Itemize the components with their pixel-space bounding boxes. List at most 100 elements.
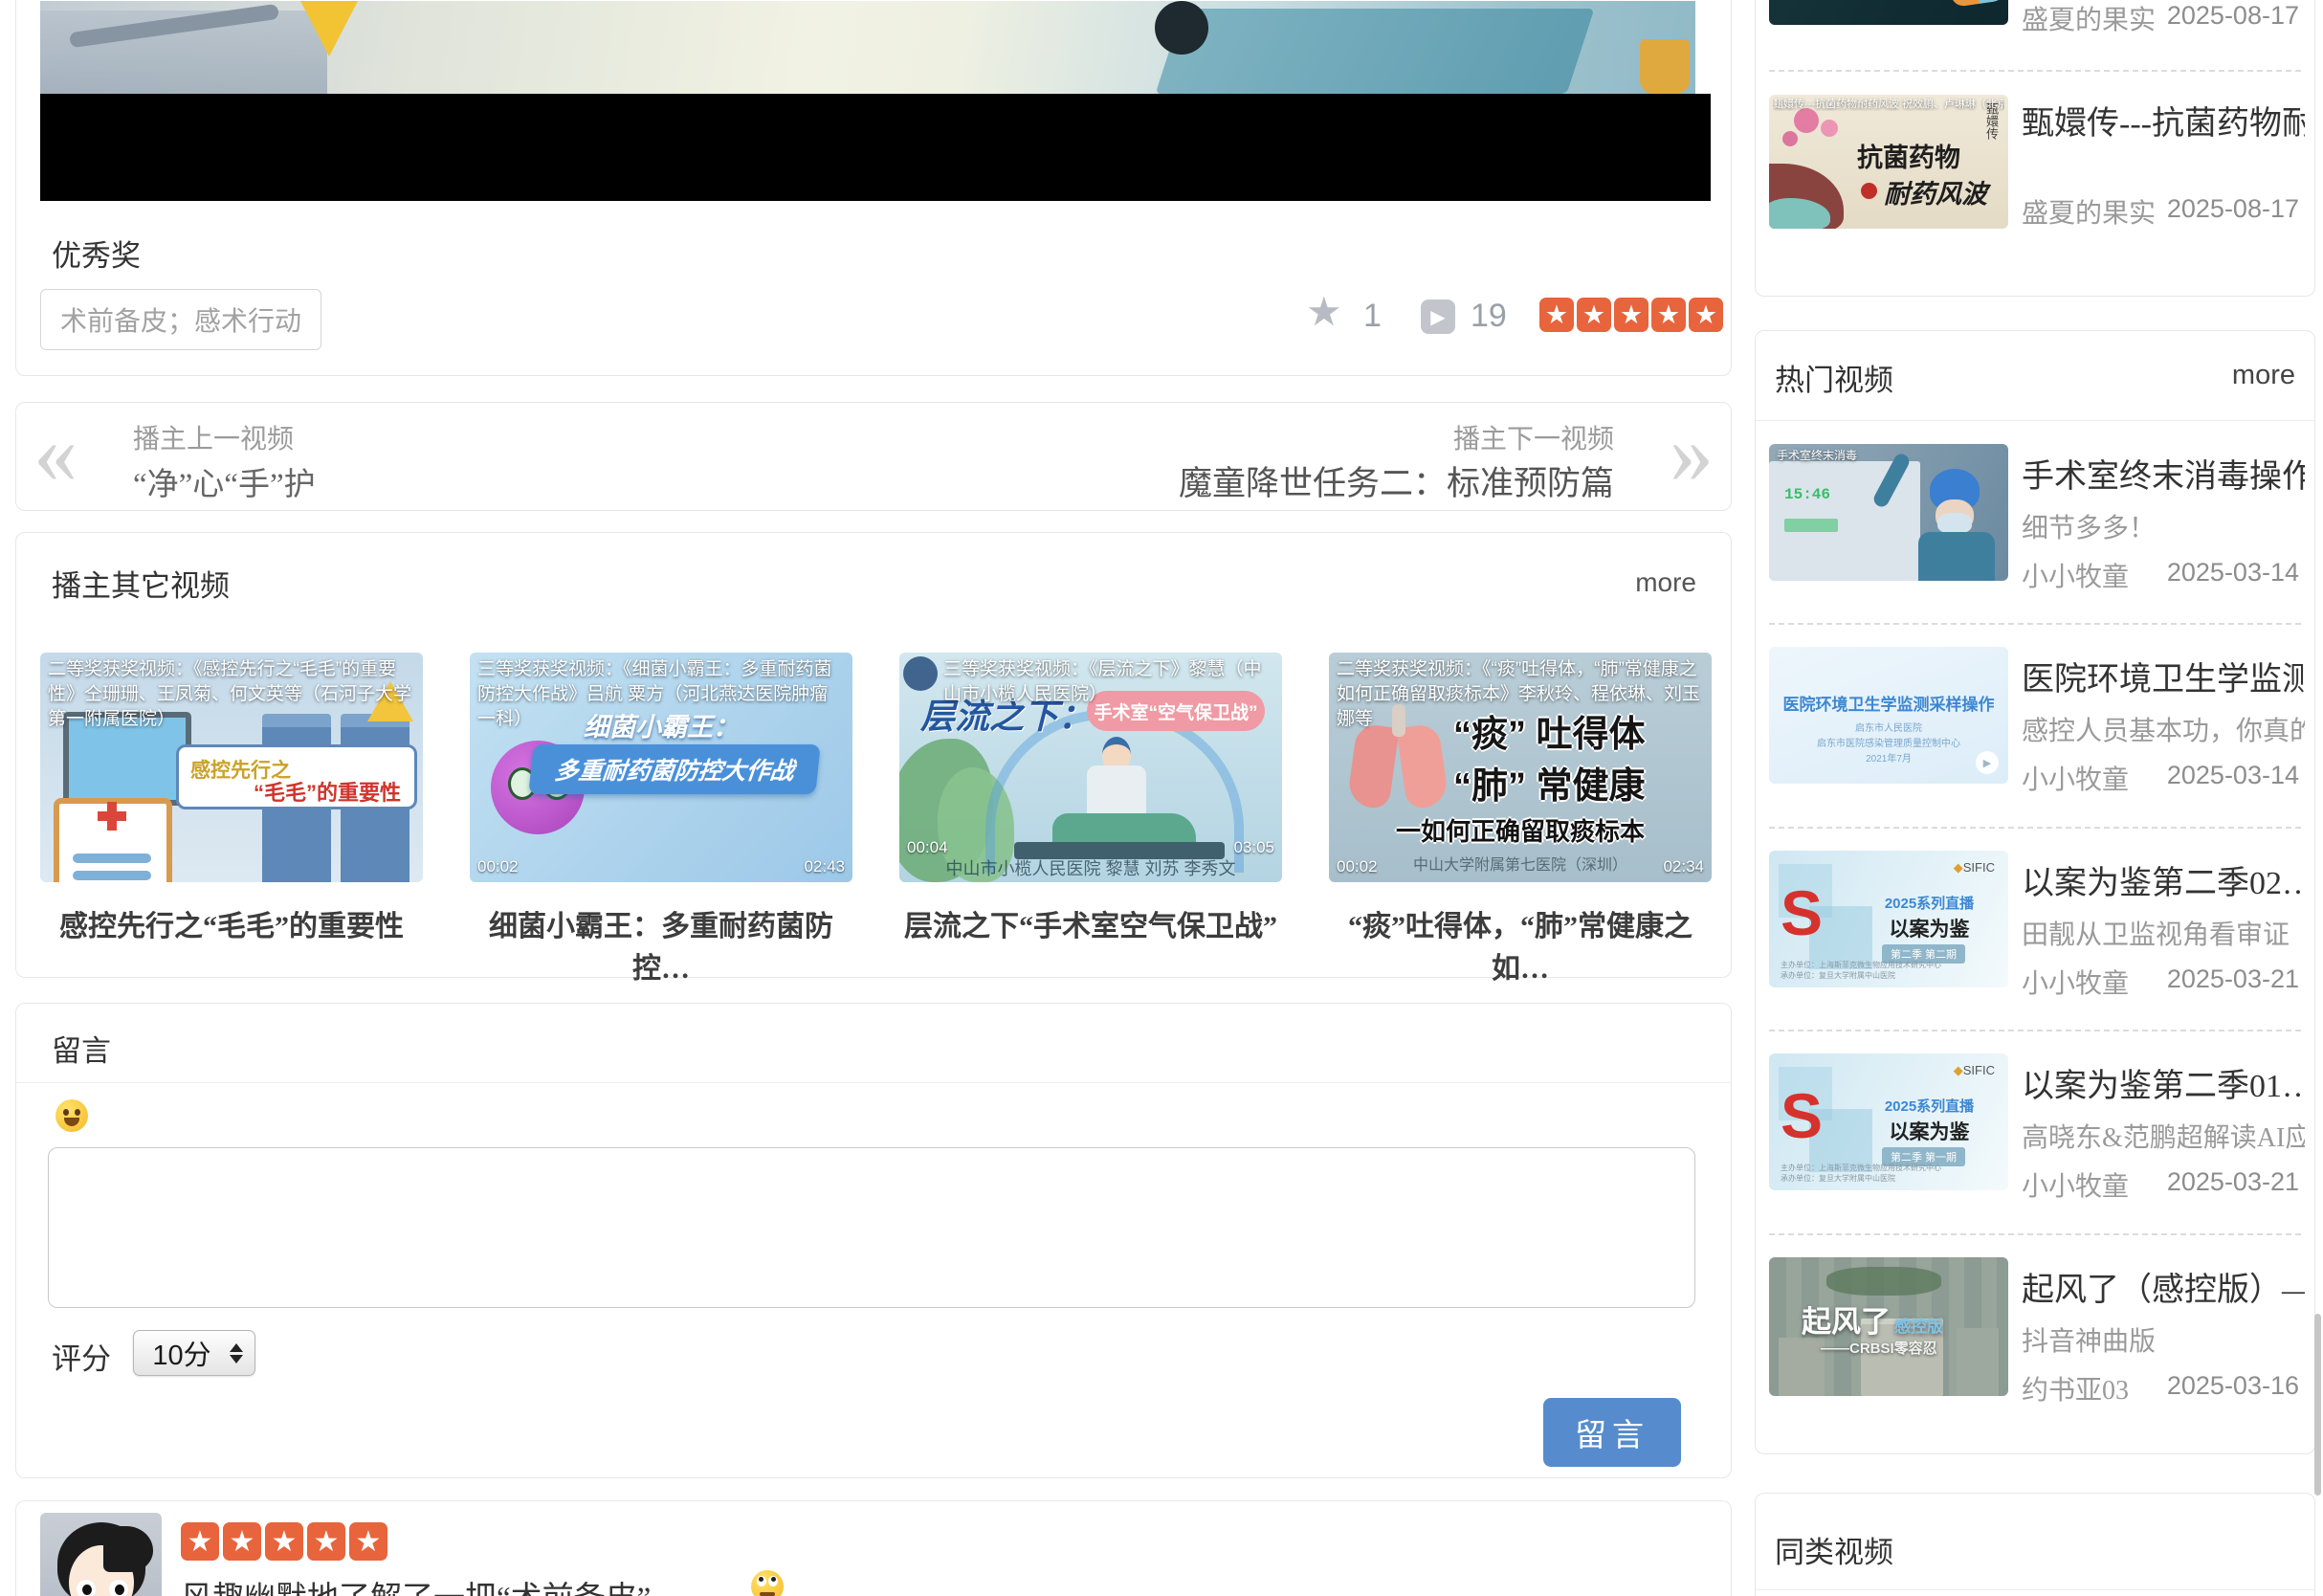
scrollbar-thumb[interactable] bbox=[2314, 1314, 2321, 1496]
prev-video-label: 播主上一视频 bbox=[133, 418, 294, 456]
capsule bbox=[1949, 0, 2005, 8]
sific-logo: ◆SIFIC bbox=[1954, 860, 1995, 876]
other-videos-card: 播主其它视频 more 感控先行之 “毛毛”的重要性 二等奖获奖视频：《感控先行… bbox=[15, 532, 1732, 978]
avatar-pupil bbox=[115, 1585, 124, 1595]
sidebar-video-thumb[interactable]: 抗菌药物 耐药风波 甄嬛传 甄嬛传---抗菌药物耐药风波 祝效鹏、卢琳琳（北京大… bbox=[1769, 95, 2008, 229]
page: 优秀奖 术前备皮；感术行动 ★ 1 ▶ 19 ★★★★★ « 播主上一视频 “净… bbox=[0, 0, 2323, 1596]
thumb-brush-line1: 抗菌药物 bbox=[1857, 137, 1960, 174]
comment-rating-stars: ★★★★★ bbox=[181, 1522, 391, 1561]
sidebar-video-title[interactable]: 医院环境卫生学监测… bbox=[2022, 653, 2305, 699]
sific-logo-text: SIFIC bbox=[1963, 1063, 1995, 1077]
sidebar-video-author[interactable]: 小小牧童 bbox=[2022, 556, 2129, 594]
rating-star-icon: ★ bbox=[307, 1522, 345, 1561]
next-chevron-icon[interactable]: » bbox=[1670, 409, 1714, 497]
thumb-title-sub: 感控版 bbox=[1894, 1318, 1943, 1336]
sidebar-video-title[interactable]: 甄嬛传---抗菌药物耐… bbox=[2022, 97, 2305, 144]
cartoon-table-right bbox=[1156, 9, 1595, 94]
sidebar-video-author[interactable]: 小小牧童 bbox=[2022, 1165, 2129, 1204]
similar-videos-title: 同类视频 bbox=[1775, 1528, 1893, 1571]
sidebar-video-title[interactable]: 手术室终末消毒操作… bbox=[2022, 450, 2305, 497]
red-cross-icon-v bbox=[107, 802, 117, 831]
hot-videos-more-link[interactable]: more bbox=[2232, 360, 2295, 391]
other-videos-more-link[interactable]: more bbox=[1635, 567, 1696, 598]
video-controls-bar[interactable] bbox=[40, 94, 1711, 201]
building bbox=[1779, 1338, 1825, 1396]
submit-comment-button[interactable]: 留言 bbox=[1543, 1398, 1681, 1467]
rating-star-icon: ★ bbox=[1539, 298, 1574, 332]
other-video-thumb[interactable]: “痰” 吐得体 “肺” 常健康 一如何正确留取痰标本 中山大学附属第七医院（深圳… bbox=[1329, 653, 1712, 882]
sidebar-video-author[interactable]: 盛夏的果实 bbox=[2022, 0, 2156, 37]
sidebar-video-title[interactable]: 以案为鉴第二季01… bbox=[2022, 1059, 2305, 1106]
play-circle-icon: ▶ bbox=[1976, 751, 1999, 774]
thumb-center-title: 医院环境卫生学监测采样操作 bbox=[1769, 691, 2008, 715]
thumb-org1: 主办单位：上海斯菲克微生物应用技术研究中心 bbox=[1781, 1163, 1941, 1173]
score-select[interactable]: 10分 bbox=[133, 1330, 255, 1376]
sidebar-latest-card: 盛夏的果实 2025-08-17 抗菌药物 耐药风波 甄嬛传 甄嬛传---抗菌药… bbox=[1755, 0, 2315, 297]
rating-star-icon: ★ bbox=[1651, 298, 1686, 332]
sidebar-video-thumb[interactable]: S ◆SIFIC 2025系列直播 以案为鉴 第二季 第二期 主办单位：上海斯菲… bbox=[1769, 851, 2008, 987]
other-video-caption[interactable]: “痰”吐得体，“肺”常健康之如… bbox=[1329, 902, 1712, 986]
commenter-avatar[interactable] bbox=[40, 1513, 162, 1596]
nurse-mask bbox=[1937, 513, 1972, 534]
other-video-thumb[interactable]: 细菌小霸王： 多重耐药菌防控大作战 00:02 02:43 三等奖获奖视频：《细… bbox=[470, 653, 852, 882]
sidebar-video-author[interactable]: 约书亚03 bbox=[2022, 1369, 2129, 1408]
sidebar-video-subtitle: 高晓东&范鹏超解读AI应用 bbox=[2022, 1117, 2305, 1155]
sidebar-video-author[interactable]: 小小牧童 bbox=[2022, 759, 2129, 797]
video-award-title: 优秀奖 bbox=[52, 232, 141, 275]
rating-star-icon: ★ bbox=[181, 1522, 219, 1561]
sidebar-video-subtitle: 细节多多！ bbox=[2022, 507, 2305, 545]
sidebar-video-title[interactable]: 起风了（感控版）—… bbox=[2022, 1263, 2305, 1310]
thumb-line2: 以案为鉴 bbox=[1860, 914, 1999, 942]
comment-form-card: 留言 评分 10分 留言 bbox=[15, 1003, 1732, 1478]
sidebar-video-date: 2025-03-21 bbox=[2167, 964, 2299, 994]
timestamp-start: 00:04 bbox=[907, 838, 948, 857]
emoji-eye bbox=[63, 1109, 69, 1116]
video-frame[interactable] bbox=[40, 1, 1711, 94]
sidebar-video-author[interactable]: 盛夏的果实 bbox=[2022, 192, 2156, 231]
sidebar-video-date: 2025-03-14 bbox=[2167, 558, 2299, 587]
sidebar-video-thumb[interactable]: S ◆SIFIC 2025系列直播 以案为鉴 第二季 第一期 主办单位：上海斯菲… bbox=[1769, 1053, 2008, 1190]
other-video-caption[interactable]: 层流之下“手术室空气保卫战” bbox=[899, 902, 1282, 944]
video-tag[interactable]: 术前备皮；感术行动 bbox=[40, 289, 321, 350]
sidebar-video-author[interactable]: 小小牧童 bbox=[2022, 963, 2129, 1001]
score-select-value: 10分 bbox=[134, 1333, 230, 1373]
dashed-divider bbox=[1769, 1233, 2301, 1235]
clipboard bbox=[54, 798, 172, 882]
thumb-line3: 一如何正确留取痰标本 bbox=[1329, 812, 1712, 848]
thumb-footer-text: 中山市小榄人民医院 黎慧 刘苏 李秀文 bbox=[899, 855, 1282, 880]
sidebar-video-thumb[interactable]: 15:46 手术室终末消毒 bbox=[1769, 444, 2008, 581]
grinning-emoji-icon[interactable] bbox=[55, 1099, 88, 1132]
timestamp-start: 00:02 bbox=[1337, 857, 1378, 876]
sidebar-video-date: 2025-03-21 bbox=[2167, 1167, 2299, 1197]
thumb-footer-text: 中山大学附属第七医院（深圳） bbox=[1329, 852, 1712, 875]
other-video-thumb[interactable]: 感控先行之 “毛毛”的重要性 二等奖获奖视频：《感控先行之“毛毛”的重要性》仝珊… bbox=[40, 653, 423, 882]
sidebar-video-subtitle: 抖音神曲版 bbox=[2022, 1320, 2305, 1359]
play-count-icon: ▶ bbox=[1421, 299, 1455, 334]
sidebar-video-title[interactable]: 以案为鉴第二季02… bbox=[2022, 856, 2305, 903]
comment-textarea[interactable] bbox=[48, 1147, 1695, 1308]
favorite-star-icon[interactable]: ★ bbox=[1306, 292, 1342, 332]
prev-video-link[interactable]: “净”心“手”护 bbox=[133, 458, 316, 504]
other-video-caption[interactable]: 感控先行之“毛毛”的重要性 bbox=[40, 902, 423, 944]
next-video-link[interactable]: 魔童降世任务二：标准预防篇 bbox=[1179, 456, 1614, 505]
dashed-divider bbox=[1769, 827, 2301, 829]
sidebar-video-thumb[interactable]: 起风了感控版 ——CRBSI零容忍 bbox=[1769, 1257, 2008, 1396]
other-video-thumb[interactable]: 层流之下： 手术室“空气保卫战” 中山市小榄人民医院 黎慧 刘苏 李秀文 00:… bbox=[899, 653, 1282, 882]
emoji-mouth bbox=[64, 1118, 79, 1126]
thumb-banner: 多重耐药菌防控大作战 bbox=[528, 744, 820, 794]
lung-left bbox=[1346, 722, 1400, 809]
sific-logo: ◆SIFIC bbox=[1954, 1063, 1995, 1078]
emoji-pupil bbox=[759, 1577, 763, 1582]
sidebar-video-thumb[interactable]: 医院环境卫生学监测采样操作 启东市人民医院 启东市医院感染管理质量控制中心 20… bbox=[1769, 647, 2008, 784]
sific-s: S bbox=[1781, 1084, 1823, 1147]
blossom bbox=[1794, 108, 1819, 133]
thumb-subtitle: ——CRBSI零容忍 bbox=[1821, 1338, 1937, 1358]
play-glyph: ▶ bbox=[1983, 757, 1991, 769]
thumb-center-line: 启东市医院感染管理质量控制中心 bbox=[1769, 735, 2008, 749]
thumb-title-text: 起风了 bbox=[1802, 1305, 1891, 1339]
emoji-mouth bbox=[760, 1592, 775, 1596]
prev-chevron-icon[interactable]: « bbox=[33, 409, 77, 497]
sidebar-video-thumb[interactable] bbox=[1769, 0, 2008, 25]
blossom bbox=[1782, 131, 1798, 146]
other-video-caption[interactable]: 细菌小霸王：多重耐药菌防控… bbox=[470, 902, 852, 986]
